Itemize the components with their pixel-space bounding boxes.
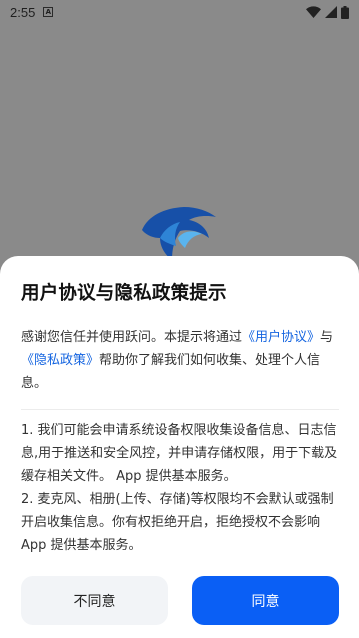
permission-point-1: 1. 我们可能会申请系统设备权限收集设备信息、日志信息,用于推送和安全风控，并申… bbox=[21, 423, 338, 484]
agree-button[interactable]: 同意 bbox=[192, 576, 339, 625]
permission-point-2: 2. 麦克风、相册(上传、存储)等权限均不会默认或强制开启收集信息。你有权拒绝开… bbox=[21, 492, 334, 553]
user-agreement-link[interactable]: 《用户协议》 bbox=[242, 330, 320, 345]
notification-icon: A bbox=[43, 7, 54, 17]
dialog-title: 用户协议与隐私政策提示 bbox=[21, 283, 227, 304]
status-time: 2:55 bbox=[10, 4, 36, 20]
intro-prefix: 感谢您信任并使用跃问。本提示将通过 bbox=[21, 330, 243, 345]
dialog-body: 1. 我们可能会申请系统设备权限收集设备信息、日志信息,用于推送和安全风控，并申… bbox=[21, 419, 339, 557]
dialog-intro: 感谢您信任并使用跃问。本提示将通过《用户协议》与《隐私政策》帮助你了解我们如何收… bbox=[21, 326, 339, 395]
intro-and: 与 bbox=[320, 330, 334, 345]
dialog-buttons: 不同意 同意 bbox=[21, 576, 339, 625]
disagree-button[interactable]: 不同意 bbox=[21, 576, 168, 625]
status-icons bbox=[306, 5, 349, 19]
divider bbox=[21, 409, 339, 410]
battery-icon bbox=[341, 5, 349, 19]
status-bar: 2:55 A bbox=[0, 0, 359, 24]
privacy-dialog: 用户协议与隐私政策提示 感谢您信任并使用跃问。本提示将通过《用户协议》与《隐私政… bbox=[0, 256, 359, 638]
wifi-icon bbox=[306, 6, 321, 18]
privacy-policy-link[interactable]: 《隐私政策》 bbox=[21, 353, 99, 368]
signal-icon bbox=[325, 6, 337, 18]
